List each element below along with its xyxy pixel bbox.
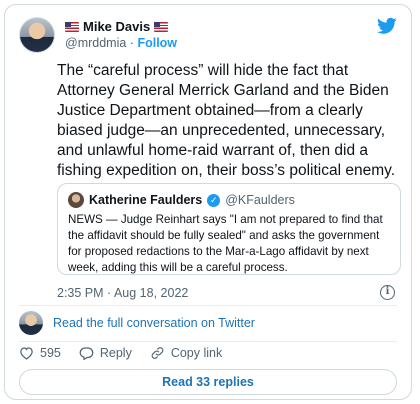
read-conversation-link[interactable]: Read the full conversation on Twitter (53, 316, 255, 330)
link-icon (151, 347, 164, 359)
conversation-avatar (19, 311, 43, 335)
handle-separator: · (129, 36, 134, 50)
tweet-header: Mike Davis @mrddmia · Follow (19, 17, 397, 57)
speech-bubble-icon (79, 347, 94, 360)
copy-link-button[interactable]: Copy link (150, 346, 222, 360)
quoted-author-handle: @KFaulders (225, 193, 295, 207)
reply-button[interactable]: Reply (79, 346, 132, 360)
author-handle-row: @mrddmia · Follow (65, 36, 177, 50)
us-flag-icon (65, 21, 79, 32)
author-handle[interactable]: @mrddmia (65, 36, 126, 50)
us-flag-icon (154, 21, 169, 32)
twitter-bird-icon[interactable] (377, 17, 397, 35)
divider (19, 305, 397, 306)
reply-label: Reply (99, 346, 132, 360)
author-name[interactable]: Mike Davis (83, 19, 150, 34)
quoted-tweet[interactable]: Katherine Faulders ✓ @KFaulders NEWS — J… (57, 183, 401, 275)
tweet-timestamp[interactable]: 2:35 PM · Aug 18, 2022 (57, 286, 188, 300)
tweet-text: The “careful process” will hide the fact… (57, 62, 396, 179)
divider (19, 341, 397, 342)
read-conversation-row[interactable]: Read the full conversation on Twitter (19, 311, 255, 335)
like-count: 595 (40, 346, 61, 360)
quoted-avatar (68, 192, 84, 208)
author-avatar[interactable] (19, 17, 55, 53)
action-bar: 595 Reply Copy link (19, 346, 240, 360)
follow-button[interactable]: Follow (137, 36, 177, 50)
verified-badge-icon: ✓ (207, 193, 221, 207)
read-replies-button[interactable]: Read 33 replies (19, 369, 397, 395)
quoted-author-name: Katherine Faulders (89, 193, 203, 207)
author-name-row: Mike Davis (65, 19, 169, 34)
like-button[interactable]: 595 (19, 346, 61, 360)
tweet-card: Mike Davis @mrddmia · Follow The “carefu… (4, 4, 412, 400)
quoted-text: NEWS — Judge Reinhart says "I am not pre… (68, 213, 383, 274)
quoted-header: Katherine Faulders ✓ @KFaulders (68, 192, 295, 208)
heart-icon (20, 347, 33, 360)
copy-link-label: Copy link (170, 346, 223, 360)
info-icon[interactable]: i (380, 285, 395, 300)
